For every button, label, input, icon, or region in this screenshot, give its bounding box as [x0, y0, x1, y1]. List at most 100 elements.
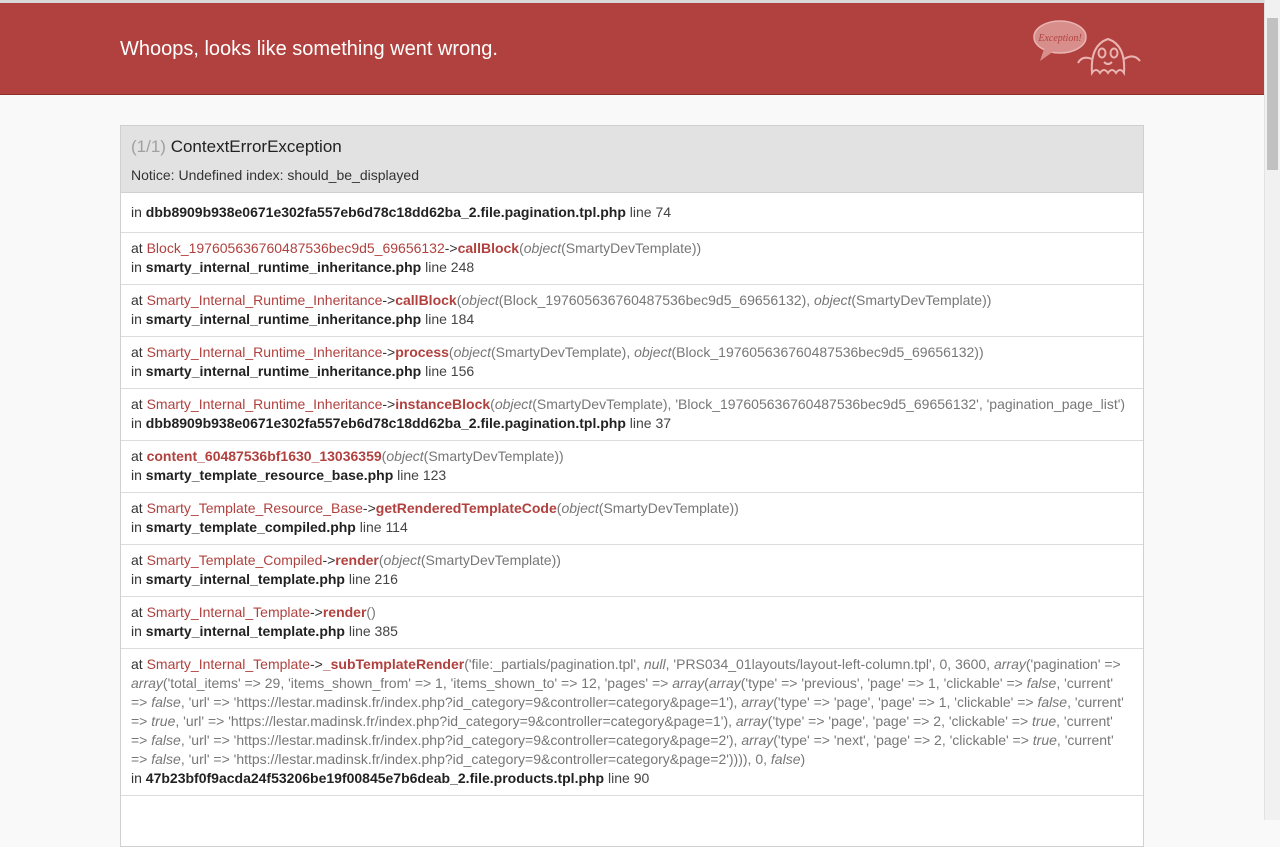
- in-label: in: [131, 571, 142, 587]
- trace-function[interactable]: content_60487536bf1630_13036359: [147, 448, 382, 464]
- trace-line-number: 123: [422, 467, 447, 483]
- trace-arg-value: , 'url' => 'https://lestar.madinsk.fr/in…: [175, 713, 736, 729]
- trace-file: smarty_internal_runtime_inheritance.php: [145, 311, 422, 327]
- trace-arg-type: false: [151, 732, 181, 748]
- trace-arg-type: object: [461, 292, 499, 308]
- trace-line-number: 156: [450, 363, 475, 379]
- trace-line-number: 248: [450, 259, 475, 275]
- trace-arg-type: true: [151, 713, 176, 729]
- trace-arg-value: (SmartyDevTemplate),: [490, 344, 635, 360]
- trace-line-label: line: [608, 770, 630, 786]
- trace-function[interactable]: _subTemplateRender: [323, 656, 464, 672]
- at-label: at: [131, 240, 143, 256]
- trace-class[interactable]: Block_197605636760487536bec9d5_69656132: [147, 240, 445, 256]
- trace-file: smarty_template_resource_base.php: [145, 467, 394, 483]
- trace-arg-value: ('type' => 'page', 'page' => 1, 'clickab…: [773, 694, 1038, 710]
- at-label: at: [131, 552, 143, 568]
- trace-function[interactable]: callBlock: [458, 240, 519, 256]
- trace-function[interactable]: callBlock: [395, 292, 456, 308]
- stack-trace-list: at Block_197605636760487536bec9d5_696561…: [121, 233, 1143, 649]
- trace-class[interactable]: Smarty_Internal_Template: [147, 604, 310, 620]
- trace-function[interactable]: getRenderedTemplateCode: [376, 500, 557, 516]
- trace-arg-value: ('type' => 'page', 'page' => 2, 'clickab…: [767, 713, 1033, 729]
- trace-arg-value: ('type' => 'next', 'page' => 2, 'clickab…: [773, 732, 1033, 748]
- trace-arg-type: object: [383, 552, 421, 568]
- trace-arg-type: array: [735, 713, 768, 729]
- trace-item: at Smarty_Internal_Runtime_Inheritance->…: [121, 337, 1143, 389]
- exception-panel: (1/1) ContextErrorException Notice: Unde…: [120, 125, 1144, 847]
- exception-message: Notice: Undefined index: should_be_displ…: [131, 167, 419, 183]
- trace-arg-value: (SmartyDevTemplate)): [851, 292, 992, 308]
- exception-title: (1/1) ContextErrorException: [131, 137, 342, 157]
- exception-count: (1/1): [131, 137, 166, 156]
- trace-file: smarty_internal_runtime_inheritance.php: [145, 363, 422, 379]
- trace-class[interactable]: Smarty_Internal_Runtime_Inheritance: [147, 396, 383, 412]
- vertical-scrollbar[interactable]: [1264, 0, 1280, 820]
- trace-arg-type: false: [770, 751, 801, 767]
- trace-arg-value: , 'url' => 'https://lestar.madinsk.fr/in…: [180, 732, 742, 748]
- trace-arg-type: object: [634, 344, 672, 360]
- exception-class: ContextErrorException: [170, 137, 342, 156]
- trace-arg-type: false: [151, 694, 181, 710]
- trace-line-number: 216: [374, 571, 398, 587]
- trace-arrow: ->: [382, 292, 396, 308]
- trace-class[interactable]: Smarty_Internal_Template: [147, 656, 310, 672]
- in-label: in: [131, 363, 142, 379]
- in-label: in: [131, 259, 142, 275]
- trace-file: smarty_template_compiled.php: [145, 519, 356, 535]
- trace-class[interactable]: Smarty_Template_Resource_Base: [147, 500, 363, 516]
- trace-class[interactable]: Smarty_Internal_Runtime_Inheritance: [147, 344, 383, 360]
- in-label: in: [131, 519, 142, 535]
- page-title: Whoops, looks like something went wrong.: [120, 38, 498, 60]
- scrollbar-thumb[interactable]: [1267, 18, 1278, 170]
- trace-line-label: line: [629, 415, 652, 431]
- trace-arg-value: (SmartyDevTemplate), 'Block_197605636760…: [532, 396, 1126, 412]
- trace-line-number: 37: [655, 415, 672, 431]
- trace-arg-value: (SmartyDevTemplate)): [598, 500, 739, 516]
- error-header: Whoops, looks like something went wrong.…: [0, 3, 1264, 95]
- trace-arrow: ->: [322, 552, 336, 568]
- trace-class[interactable]: Smarty_Internal_Runtime_Inheritance: [147, 292, 383, 308]
- trace-line-number: 385: [374, 623, 398, 639]
- at-label: at: [131, 292, 143, 308]
- trace-line-label: line: [425, 311, 447, 327]
- trace-arg-value: , 'url' => 'https://lestar.madinsk.fr/in…: [180, 694, 742, 710]
- trace-function[interactable]: render: [335, 552, 379, 568]
- trace-arg-type: object: [494, 396, 533, 412]
- trace-arg-type: true: [1032, 732, 1057, 748]
- exception-header: (1/1) ContextErrorException Notice: Unde…: [121, 126, 1143, 193]
- trace-arg-value: (SmartyDevTemplate)): [423, 448, 564, 464]
- at-label: at: [131, 396, 143, 412]
- trace-item: at content_60487536bf1630_13036359(objec…: [121, 441, 1143, 493]
- trace-class[interactable]: Smarty_Template_Compiled: [147, 552, 323, 568]
- trace-arg-type: object: [453, 344, 491, 360]
- trace-arg-value: (SmartyDevTemplate)): [561, 240, 702, 256]
- at-label: at: [131, 500, 143, 516]
- at-label: at: [131, 448, 143, 464]
- trace-arrow: ->: [362, 500, 376, 516]
- trace-line-number: 74: [655, 204, 672, 220]
- in-label: in: [131, 204, 142, 220]
- trace-line-number: 90: [633, 770, 650, 786]
- trace-arg-value: , 'url' => 'https://lestar.madinsk.fr/in…: [180, 751, 771, 767]
- trace-arg-type: false: [1037, 694, 1068, 710]
- in-label: in: [131, 311, 142, 327]
- trace-arrow: ->: [310, 604, 323, 620]
- in-label: in: [131, 623, 142, 639]
- trace-line-label: line: [425, 259, 447, 275]
- trace-arrow: ->: [444, 240, 458, 256]
- trace-function[interactable]: instanceBlock: [395, 396, 490, 412]
- trace-function[interactable]: process: [395, 344, 449, 360]
- trace-function[interactable]: render: [323, 604, 367, 620]
- trace-arg-type: array: [672, 675, 705, 691]
- trace-arg-type: true: [1032, 713, 1057, 729]
- exception-ghost-logo-icon: Exception!: [1033, 20, 1141, 76]
- trace-line-number: 184: [450, 311, 475, 327]
- trace-arg-value: ('pagination' =>: [1025, 656, 1121, 672]
- trace-origin: in dbb8909b938e0671e302fa557eb6d78c18dd6…: [121, 193, 1143, 233]
- trace-arg-value: ('type' => 'previous', 'page' => 1, 'cli…: [740, 675, 1027, 691]
- trace-line-label: line: [397, 467, 419, 483]
- trace-arg-type: null: [643, 656, 666, 672]
- trace-arg-value: (Block_197605636760487536bec9d5_69656132…: [498, 292, 815, 308]
- trace-arrow: ->: [310, 656, 323, 672]
